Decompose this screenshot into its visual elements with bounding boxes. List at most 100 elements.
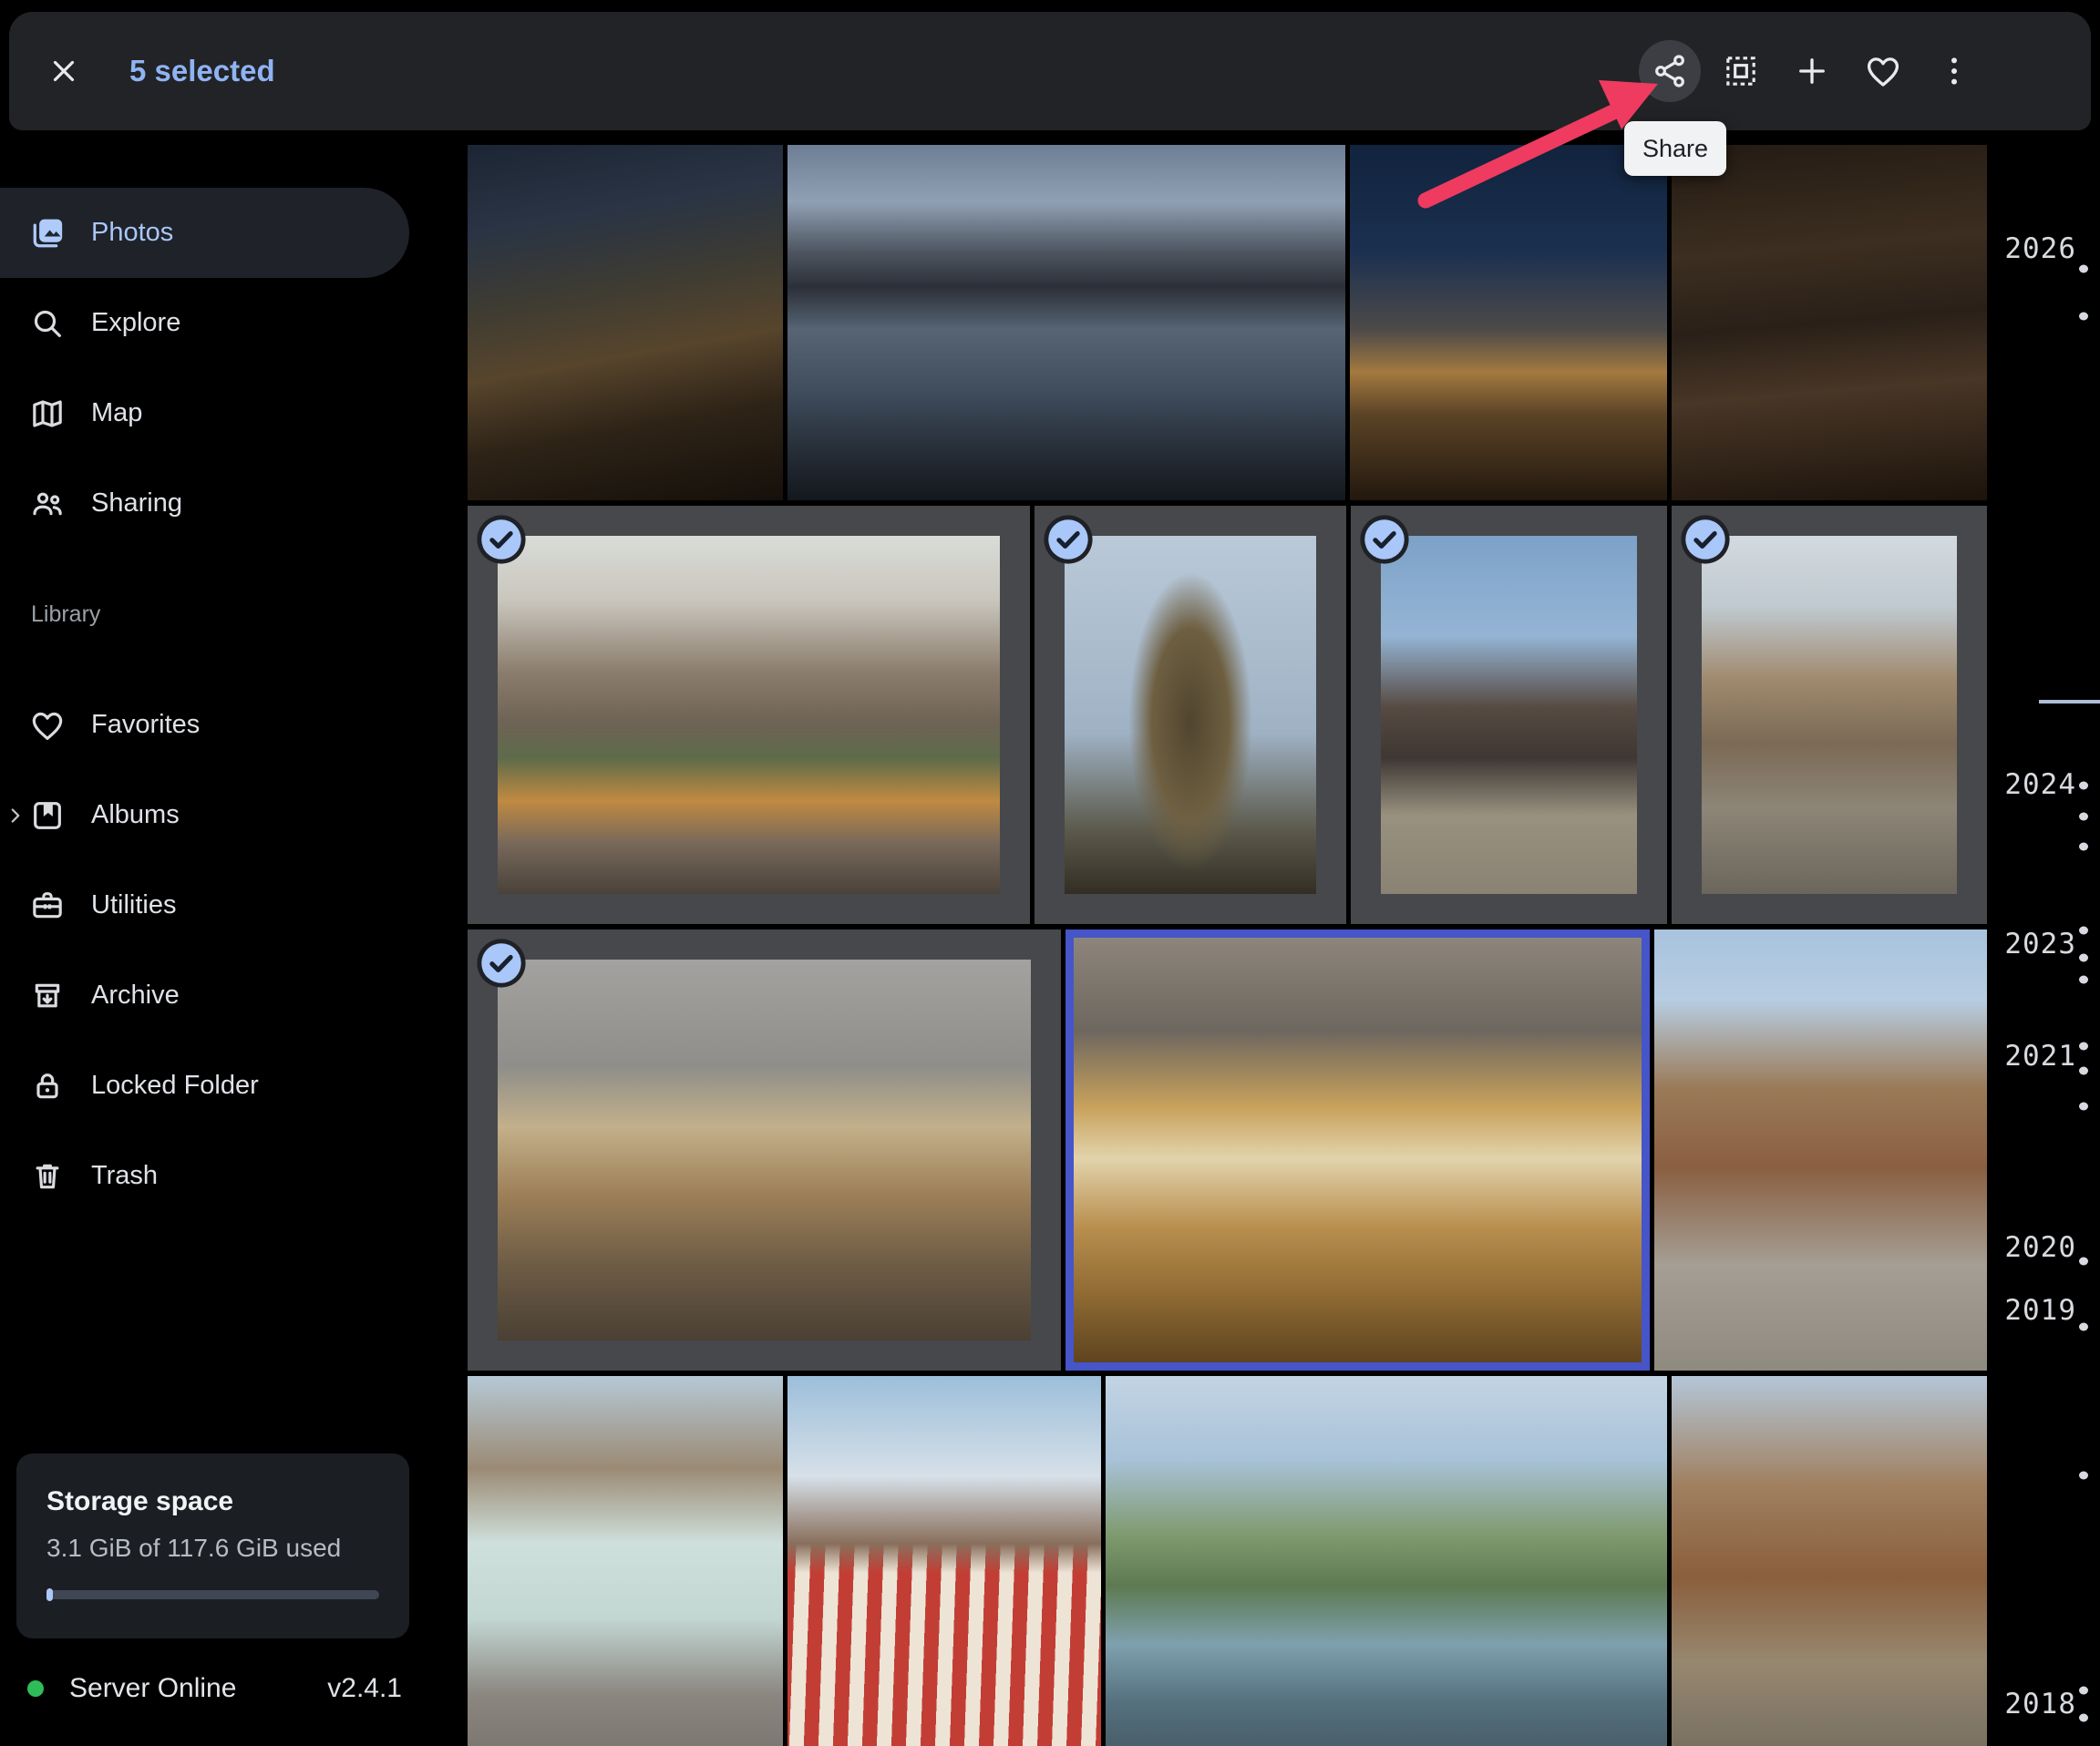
server-version: v2.4.1	[327, 1673, 402, 1704]
timeline-tick-dot	[2079, 1067, 2088, 1075]
sidebar-item-photos[interactable]: Photos	[0, 188, 409, 278]
photo-image-restaurant-interior	[1672, 145, 1987, 500]
timeline-tick-dot	[2079, 1258, 2088, 1266]
people-icon	[27, 484, 67, 524]
photo-image-old-town-street	[1702, 536, 1957, 894]
timeline-year-2020: 2020	[2004, 1231, 2076, 1264]
timeline-year-2018: 2018	[2004, 1688, 2076, 1720]
sidebar-item-label: Photos	[91, 218, 173, 248]
sidebar-item-label: Explore	[91, 308, 180, 338]
photo-st-sebaldus-church[interactable]	[468, 506, 1030, 924]
sidebar-item-map[interactable]: Map	[0, 368, 409, 458]
sidebar-item-utilities[interactable]: Utilities	[0, 860, 409, 950]
album-icon	[27, 796, 67, 836]
photo-image-city-map-sign	[468, 1376, 783, 1746]
photo-image-statue-street	[1672, 1376, 1987, 1746]
timeline-tick-dot	[2079, 1103, 2088, 1111]
search-icon	[27, 303, 67, 344]
share-button[interactable]	[1639, 40, 1701, 102]
photo-restaurant-interior[interactable]	[1672, 145, 1987, 500]
selected-check-icon[interactable]	[475, 937, 528, 990]
storage-card: Storage space 3.1 GiB of 117.6 GiB used	[16, 1453, 409, 1638]
map-icon	[27, 394, 67, 434]
timeline-tick-dot	[2079, 927, 2088, 935]
briefcase-icon	[27, 886, 67, 926]
storage-progress-track	[46, 1590, 379, 1599]
sidebar-item-label: Favorites	[91, 710, 200, 740]
timeline-year-2023: 2023	[2004, 928, 2076, 960]
more-options-button[interactable]	[1923, 40, 1985, 102]
photos-icon	[27, 213, 67, 253]
timeline-year-2021: 2021	[2004, 1040, 2076, 1073]
timeline-tick-dot	[2079, 1042, 2088, 1051]
server-status-label: Server Online	[69, 1673, 236, 1704]
sidebar-item-label: Utilities	[91, 890, 176, 920]
photo-statue-street[interactable]	[1672, 1376, 1987, 1746]
photo-grid-row	[468, 145, 1987, 500]
share-tooltip: Share	[1624, 121, 1726, 176]
photo-street-with-car[interactable]	[1654, 929, 1987, 1371]
selected-check-icon[interactable]	[1358, 513, 1411, 566]
photo-river-panorama[interactable]	[1106, 1376, 1667, 1746]
library-section-header: Library	[0, 549, 409, 680]
add-to-album-button[interactable]	[1781, 40, 1843, 102]
timeline-tick-dot	[2079, 313, 2088, 321]
photo-old-town-street[interactable]	[1672, 506, 1987, 924]
photo-frauenkirche-square[interactable]	[1351, 506, 1667, 924]
heart-icon	[1864, 52, 1902, 90]
selected-check-icon[interactable]	[475, 513, 528, 566]
photo-market-stall[interactable]	[788, 1376, 1100, 1746]
photo-cafe-terrace[interactable]	[468, 929, 1061, 1371]
photo-market-square-night[interactable]	[1350, 145, 1666, 500]
timeline-tick-dot	[2079, 782, 2088, 790]
selected-check-icon[interactable]	[1042, 513, 1095, 566]
timeline-year-2026: 2026	[2004, 232, 2076, 265]
sidebar-item-favorites[interactable]: Favorites	[0, 680, 409, 770]
timeline-tick-dot	[2079, 813, 2088, 821]
sidebar-item-archive[interactable]: Archive	[0, 950, 409, 1041]
photo-image-knife-shop	[1074, 938, 1642, 1362]
photo-night-terrace[interactable]	[468, 145, 783, 500]
sidebar-item-explore[interactable]: Explore	[0, 278, 409, 368]
photo-image-market-square-night	[1350, 145, 1666, 500]
timeline-tick-dot	[2079, 1472, 2088, 1480]
sidebar-item-trash[interactable]: Trash	[0, 1131, 409, 1221]
sidebar-item-label: Sharing	[91, 488, 182, 519]
select-all-button[interactable]	[1710, 40, 1772, 102]
lock-icon	[27, 1066, 67, 1106]
heart-icon	[27, 705, 67, 745]
photo-image-st-sebaldus-church	[498, 536, 1000, 894]
timeline-year-2019: 2019	[2004, 1294, 2076, 1327]
timeline-tick-dot	[2079, 1323, 2088, 1331]
sidebar-item-label: Archive	[91, 981, 180, 1011]
close-icon	[46, 54, 81, 88]
photo-knife-shop[interactable]	[1065, 929, 1650, 1371]
timeline-scrubber[interactable]: 2026202420232021202020192018	[1987, 0, 2100, 1746]
photo-river-dusk[interactable]	[788, 145, 1345, 500]
timeline-tick-dot	[2079, 843, 2088, 851]
sidebar-item-sharing[interactable]: Sharing	[0, 458, 409, 549]
timeline-position-marker[interactable]	[2039, 700, 2100, 704]
sidebar-item-locked-folder[interactable]: Locked Folder	[0, 1041, 409, 1131]
photo-grid	[468, 145, 1987, 1746]
timeline-tick-dot	[2079, 1714, 2088, 1722]
photo-image-market-stall	[788, 1376, 1100, 1746]
chevron-right-icon[interactable]	[4, 804, 27, 827]
archive-icon	[27, 976, 67, 1016]
selected-check-icon[interactable]	[1679, 513, 1732, 566]
photo-gothic-fountain[interactable]	[1035, 506, 1346, 924]
photo-grid-row	[468, 929, 1987, 1371]
favorite-button[interactable]	[1852, 40, 1914, 102]
more-vert-icon	[1936, 53, 1972, 89]
sidebar-item-label: Locked Folder	[91, 1071, 259, 1101]
selected-count-label: 5 selected	[129, 54, 275, 88]
toolbar-actions	[1639, 40, 1985, 102]
plus-icon	[1793, 52, 1831, 90]
sidebar-item-albums[interactable]: Albums	[0, 770, 409, 860]
photo-city-map-sign[interactable]	[468, 1376, 783, 1746]
close-selection-button[interactable]	[31, 38, 97, 104]
photo-image-night-terrace	[468, 145, 783, 500]
timeline-tick-dot	[2079, 954, 2088, 962]
sidebar-item-label: Albums	[91, 800, 180, 830]
storage-progress-fill	[46, 1588, 53, 1601]
